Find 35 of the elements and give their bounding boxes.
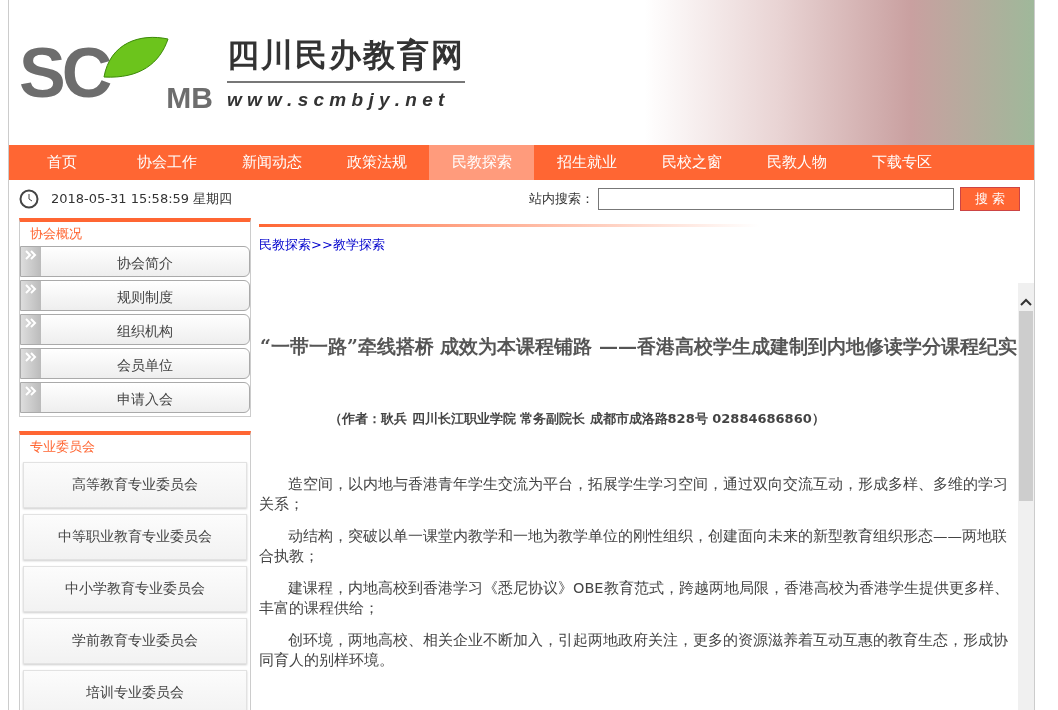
search-label: 站内搜索： (529, 190, 595, 208)
sidebar-link[interactable]: 培训专业委员会 (23, 670, 247, 710)
chevron-up-icon[interactable] (1020, 297, 1032, 307)
double-chevron-icon (25, 250, 37, 260)
sidebar-link[interactable]: 组织机构 (20, 314, 250, 345)
panel-title: 专业委员会 (29, 438, 96, 456)
article-paragraph: 动结构，突破以单一课堂内教学和一地为教学单位的刚性组织，创建面向未来的新型教育组织形态——两地联合执教； (259, 526, 1008, 566)
sidebar-link[interactable]: 学前教育专业委员会 (23, 618, 247, 664)
sidebar-link[interactable]: 中小学教育专业委员会 (23, 566, 247, 612)
article-paragraph: 创环境，两地高校、相关企业不断加入，引起两地政府关注，更多的资源滋养着互动互惠的教育生态，形成协同育人的别样环境。 (259, 630, 1009, 670)
double-chevron-icon (25, 284, 37, 294)
sidebar-link[interactable]: 协会简介 (20, 246, 250, 277)
scrollbar[interactable] (1018, 283, 1034, 710)
article-paragraph: 建课程，内地高校到香港学习《悉尼协议》OBE教育范式，跨越两地局限，香港高校为香港学生提供更多样、丰富的课程供给； (259, 578, 1010, 618)
site-name: 四川民办教育网 (226, 34, 465, 83)
sidebar-link[interactable]: 会员单位 (20, 348, 250, 379)
double-chevron-icon (25, 318, 37, 328)
site-url: w w w . s c m b j y . n e t (226, 89, 446, 111)
logo-letters: SC (19, 37, 109, 108)
breadcrumb-link[interactable]: 民教探索>>教学探索 (259, 236, 1034, 254)
panel-title: 协会概况 (29, 225, 83, 243)
date-time: 2018-05-31 15:58:59 星期四 (51, 190, 233, 208)
double-chevron-icon (25, 352, 37, 362)
article-title: “一带一路”牵线搭桥 成效为本课程铺路 ——香港高校学生成建制到内地修读学分课程纪实 (259, 335, 1018, 358)
logo-small-letters: MB (166, 82, 213, 113)
clock-icon (19, 189, 39, 209)
article-paragraph: 造空间，以内地与香港青年学生交流为平台，拓展学生学习空间，通过双向交流互动，形成多样、多维的学习关系； (259, 474, 1009, 514)
article-byline: （作者：耿兵 四川长江职业学院 常务副院长 成都市成洛路828号 02884686860） (329, 409, 826, 428)
double-chevron-icon (25, 386, 37, 396)
sidebar-link[interactable]: 申请入会 (20, 382, 250, 413)
sidebar-link[interactable]: 高等教育专业委员会 (23, 462, 247, 508)
scrollbar-thumb[interactable] (1019, 311, 1033, 501)
sidebar-link[interactable]: 规则制度 (20, 280, 250, 311)
search-field[interactable] (598, 188, 955, 210)
sidebar-link[interactable]: 中等职业教育专业委员会 (23, 514, 247, 560)
